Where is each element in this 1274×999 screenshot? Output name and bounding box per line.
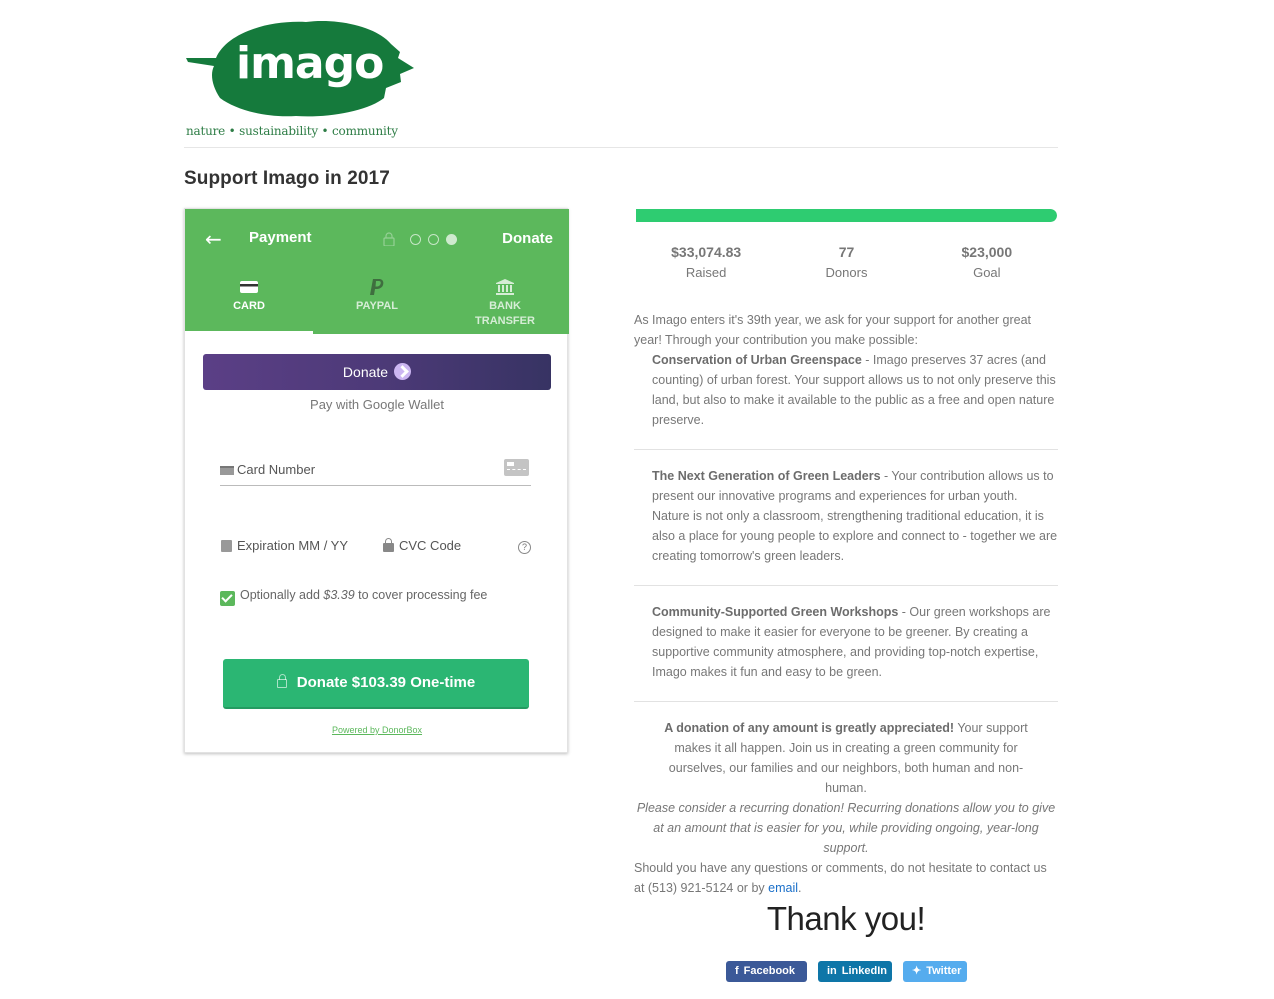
imago-logo[interactable]: imago nature • sustainability • communit… [186,14,418,142]
tab-bank-transfer-label: BANK TRANSFER [475,300,535,327]
payment-method-tabs: CARD PAYPAL BANK TRANSFER [185,273,569,334]
card-brand-icon [504,459,529,476]
facebook-label: Facebook [743,965,796,977]
facebook-icon: f [735,965,739,977]
item-text: - Your contribution allows us to present… [652,469,1058,563]
cvc-placeholder: CVC Code [399,538,462,553]
tab-card[interactable]: CARD [185,273,313,334]
logo-wordmark: imago [236,38,384,89]
step-dot-active [446,234,457,245]
progress-fill [636,209,1057,222]
donors-label: Donors [825,265,868,280]
campaign-intro: As Imago enters it's 39th year, we ask f… [634,310,1058,430]
donors-value: 77 [838,244,855,260]
tab-paypal[interactable]: PAYPAL [313,273,441,334]
lock-icon [383,538,394,552]
campaign-progress-bar [636,209,1057,222]
description-item: The Next Generation of Green Leaders - Y… [634,466,1058,566]
fee-prefix: Optionally add [240,588,324,602]
page-title: Support Imago in 2017 [184,168,390,189]
raised-value: $33,074.83 [671,244,742,260]
google-pay-subtext: Pay with Google Wallet [310,397,444,412]
expiration-field[interactable]: Expiration MM / YY [220,538,370,558]
powered-by-donorbox-link[interactable]: Powered by DonorBox [185,725,569,735]
help-icon[interactable]: ? [518,541,531,554]
facebook-share-button[interactable]: f Facebook [726,961,807,982]
appeal-section: A donation of any amount is greatly appr… [634,718,1058,898]
processing-fee-checkbox[interactable] [220,591,235,606]
twitter-share-button[interactable]: ✦ Twitter [903,961,967,982]
tab-paypal-label: PAYPAL [356,300,398,312]
bank-icon [496,279,514,295]
raised-label: Raised [685,265,727,280]
fee-suffix: to cover processing fee [354,588,488,602]
contact-prefix: Should you have any questions or comment… [634,861,1047,895]
description-item: Community-Supported Green Workshops - Ou… [634,602,1058,682]
goal-label: Goal [973,265,1001,280]
processing-fee-label: Optionally add $3.39 to cover processing… [240,588,487,602]
stat-goal: $23,000 Goal [917,244,1057,280]
section-divider [634,449,1058,450]
twitter-icon: ✦ [912,965,922,977]
linkedin-share-button[interactable]: in LinkedIn [818,961,892,982]
social-share-buttons: f Facebook in LinkedIn ✦ Twitter [726,961,967,982]
step-dot [428,234,439,245]
header-divider [184,147,1058,148]
item-title: The Next Generation of Green Leaders [652,469,881,483]
lock-icon [383,232,395,246]
goal-value: $23,000 [961,244,1013,260]
section-divider [634,585,1058,586]
stat-raised: $33,074.83 Raised [636,244,776,280]
card-number-field[interactable]: Card Number [220,459,531,486]
cvc-field[interactable]: CVC Code [382,538,532,558]
donate-submit-label: Donate $103.39 One-time [296,674,476,691]
linkedin-label: LinkedIn [841,965,888,977]
donation-widget: ← Payment Donate CARD PAYPAL BANK TRANSF… [184,208,569,753]
twitter-label: Twitter [926,965,962,977]
stat-donors: 77 Donors [776,244,916,280]
logo-tagline: nature • sustainability • community [186,124,398,138]
section-divider [634,701,1058,702]
email-link[interactable]: email [768,881,798,895]
paypal-icon [370,279,384,295]
linkedin-icon: in [827,965,837,977]
description-item: Conservation of Urban Greenspace - Imago… [634,350,1058,430]
campaign-stats: $33,074.83 Raised 77 Donors $23,000 Goal [636,244,1057,280]
credit-card-icon [220,466,234,475]
step-dot [410,234,421,245]
fee-amount: $3.39 [323,588,355,602]
donate-submit-button[interactable]: Donate $103.39 One-time [223,659,529,709]
lock-icon [276,674,287,688]
google-pay-donate-button[interactable]: Donate [203,354,551,390]
header-donate-label: Donate [502,230,553,247]
credit-card-icon [240,281,258,293]
tab-bank-transfer[interactable]: BANK TRANSFER [441,273,569,334]
chevron-right-icon [394,363,412,380]
item-title: Community-Supported Green Workshops [652,605,899,619]
contact-paragraph: Should you have any questions or comment… [634,858,1058,898]
item-title: Conservation of Urban Greenspace [652,353,862,367]
arrow-left-icon[interactable]: ← [205,229,222,249]
contact-suffix: . [798,881,802,895]
recurring-note: Please consider a recurring donation! Re… [636,801,1056,855]
tab-card-label: CARD [233,300,265,312]
thank-you-heading: Thank you! [766,900,926,937]
widget-header: ← Payment Donate CARD PAYPAL BANK TRANSF… [185,209,569,334]
google-pay-button-label: Donate [342,364,389,380]
expiration-placeholder: Expiration MM / YY [237,538,349,553]
step-indicator [410,234,457,245]
calendar-icon [221,540,232,552]
intro-text: As Imago enters it's 39th year, we ask f… [634,313,1032,347]
card-number-placeholder: Card Number [237,462,316,477]
step-title: Payment [249,229,312,246]
appeal-paragraph: A donation of any amount is greatly appr… [634,718,1058,798]
appeal-bold: A donation of any amount is greatly appr… [664,721,955,735]
